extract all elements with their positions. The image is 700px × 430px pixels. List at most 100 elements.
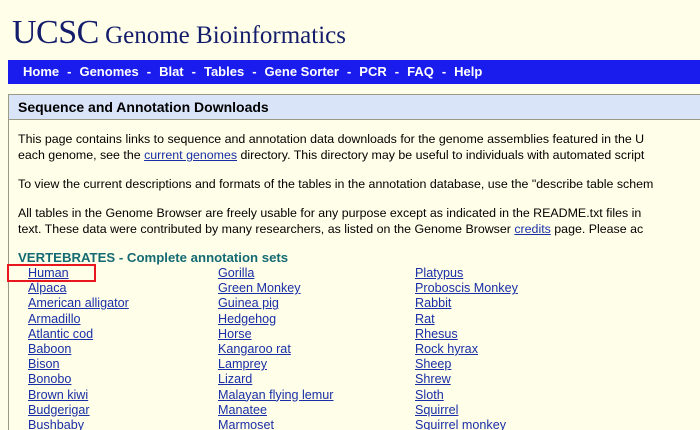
organism-list-item: Manatee — [218, 403, 334, 418]
panel-title-bar: Sequence and Annotation Downloads — [9, 95, 700, 120]
organism-list-item: Shrew — [415, 372, 518, 387]
nav-link-help[interactable]: Help — [454, 60, 482, 84]
organism-list-item: Baboon — [28, 342, 129, 357]
organism-list-item: Green Monkey — [218, 281, 334, 296]
nav-item: Tables - — [204, 60, 265, 84]
usage-paragraph: All tables in the Genome Browser are fre… — [18, 205, 700, 237]
organism-link-budgerigar[interactable]: Budgerigar — [28, 403, 90, 417]
logo-title-text: Genome Bioinformatics — [105, 22, 346, 49]
organism-list-item: Kangaroo rat — [218, 342, 334, 357]
nav-separator: - — [146, 64, 152, 79]
current-genomes-link[interactable]: current genomes — [144, 148, 237, 162]
organism-list-item: Lizard — [218, 372, 334, 387]
downloads-panel: Sequence and Annotation Downloads This p… — [8, 94, 700, 430]
organism-list-item: Budgerigar — [28, 403, 129, 418]
organism-link-green-monkey[interactable]: Green Monkey — [218, 281, 301, 295]
organism-list-item: Lamprey — [218, 357, 334, 372]
organism-link-proboscis-monkey[interactable]: Proboscis Monkey — [415, 281, 518, 295]
organism-columns: Human Alpaca American alligator Armadillo At… — [18, 265, 700, 430]
organism-list-item: Bonobo — [28, 372, 129, 387]
nav-separator: - — [191, 64, 196, 79]
organism-link-platypus[interactable]: Platypus — [415, 266, 463, 280]
organism-list-item: Platypus — [415, 266, 518, 281]
organism-link-lizard[interactable]: Lizard — [218, 372, 252, 386]
organism-link-squirrel-monkey[interactable]: Squirrel monkey — [415, 418, 506, 430]
nav-item: Blat - — [159, 60, 204, 84]
site-logo[interactable]: UCSC Genome Bioinformatics — [12, 12, 346, 57]
organism-link-marmoset[interactable]: Marmoset — [218, 418, 274, 430]
organism-list-item: Hedgehog — [218, 312, 334, 327]
nav-link-gene-sorter[interactable]: Gene Sorter — [265, 60, 339, 84]
nav-item: PCR - — [359, 60, 407, 84]
organism-list-item: Atlantic cod — [28, 327, 129, 342]
vertebrates-section-heading: VERTEBRATES - Complete annotation sets — [18, 250, 289, 265]
organism-link-rock-hyrax[interactable]: Rock hyrax — [415, 342, 478, 356]
organism-list-item: Guinea pig — [218, 296, 334, 311]
intro-paragraph: This page contains links to sequence and… — [18, 131, 700, 163]
organism-list-item: Sloth — [415, 388, 518, 403]
organism-link-squirrel[interactable]: Squirrel — [415, 403, 458, 417]
organism-link-hedgehog[interactable]: Hedgehog — [218, 312, 276, 326]
organism-link-rat[interactable]: Rat — [415, 312, 435, 326]
nav-list: Home - Genomes - Blat - Tables - Gene Sorter - PCR… — [8, 60, 700, 84]
usage-line-2-end: page. Please ac — [550, 222, 644, 236]
nav-item: Gene Sorter - — [265, 60, 360, 84]
organism-link-manatee[interactable]: Manatee — [218, 403, 267, 417]
organism-column-1: Human Alpaca American alligator Armadillo At… — [28, 266, 129, 430]
organism-link-brown-kiwi[interactable]: Brown kiwi — [28, 388, 88, 402]
organism-column-2: Gorilla Green Monkey Guinea pig Hedgehog Hor… — [218, 266, 334, 430]
nav-link-genomes[interactable]: Genomes — [79, 60, 138, 84]
logo-ucsc-text: UCSC — [12, 14, 99, 51]
organism-list-item: Malayan flying lemur — [218, 388, 334, 403]
nav-link-faq[interactable]: FAQ — [407, 60, 434, 84]
panel-title: Sequence and Annotation Downloads — [18, 99, 269, 115]
organism-link-bushbaby[interactable]: Bushbaby — [28, 418, 84, 430]
nav-link-pcr[interactable]: PCR — [359, 60, 386, 84]
organism-link-shrew[interactable]: Shrew — [415, 372, 451, 386]
organism-list-item: Rat — [415, 312, 518, 327]
organism-list-item: Proboscis Monkey — [415, 281, 518, 296]
organism-link-human[interactable]: Human — [28, 266, 69, 280]
organism-link-malayan-flying-lemur[interactable]: Malayan flying lemur — [218, 388, 334, 402]
nav-separator: - — [252, 64, 257, 79]
nav-item: FAQ - — [407, 60, 454, 84]
organism-link-rhesus[interactable]: Rhesus — [415, 327, 458, 341]
nav-separator: - — [394, 64, 400, 79]
organism-link-alpaca[interactable]: Alpaca — [28, 281, 67, 295]
organism-list-item: Squirrel monkey — [415, 418, 518, 430]
organism-link-guinea-pig[interactable]: Guinea pig — [218, 296, 279, 310]
usage-line-1: All tables in the Genome Browser are fre… — [18, 206, 642, 220]
organism-list-item: Bushbaby — [28, 418, 129, 430]
schema-text: To view the current descriptions and for… — [18, 177, 654, 191]
organism-list-item: Rabbit — [415, 296, 518, 311]
organism-list-item: Squirrel — [415, 403, 518, 418]
table-schema-paragraph: To view the current descriptions and for… — [18, 176, 700, 192]
organism-link-atlantic-cod[interactable]: Atlantic cod — [28, 327, 93, 341]
organism-link-rabbit[interactable]: Rabbit — [415, 296, 451, 310]
organism-list-item: Horse — [218, 327, 334, 342]
intro-line-2-end: directory. This directory may be useful … — [237, 148, 645, 162]
organism-link-armadillo[interactable]: Armadillo — [28, 312, 81, 326]
nav-separator: - — [346, 64, 352, 79]
organism-link-bison[interactable]: Bison — [28, 357, 60, 371]
credits-link[interactable]: credits — [514, 222, 551, 236]
organism-list-item: Alpaca — [28, 281, 129, 296]
organism-link-lamprey[interactable]: Lamprey — [218, 357, 267, 371]
nav-link-tables[interactable]: Tables — [204, 60, 244, 84]
organism-column-3: Platypus Proboscis Monkey Rabbit Rat Rhesus R… — [415, 266, 518, 430]
organism-link-bonobo[interactable]: Bonobo — [28, 372, 71, 386]
nav-item: Home - — [23, 60, 79, 84]
organism-link-horse[interactable]: Horse — [218, 327, 252, 341]
intro-line-1: This page contains links to sequence and… — [18, 132, 645, 146]
nav-link-home[interactable]: Home — [23, 60, 59, 84]
organism-link-kangaroo-rat[interactable]: Kangaroo rat — [218, 342, 291, 356]
organism-link-american-alligator[interactable]: American alligator — [28, 296, 129, 310]
nav-item: Help — [454, 60, 482, 84]
organism-link-sloth[interactable]: Sloth — [415, 388, 444, 402]
organism-link-gorilla[interactable]: Gorilla — [218, 266, 254, 280]
organism-list-item: Rhesus — [415, 327, 518, 342]
nav-link-blat[interactable]: Blat — [159, 60, 184, 84]
nav-separator: - — [441, 64, 447, 79]
organism-link-sheep[interactable]: Sheep — [415, 357, 451, 371]
organism-link-baboon[interactable]: Baboon — [28, 342, 71, 356]
